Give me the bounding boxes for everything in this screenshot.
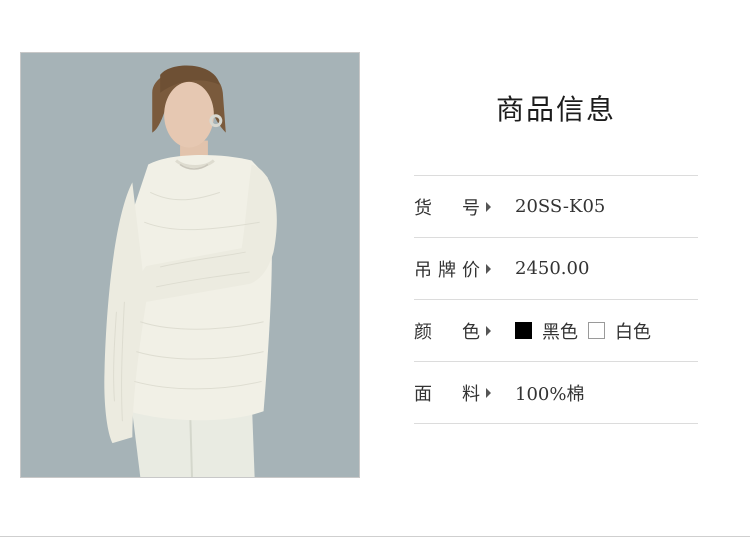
spec-label: 货 号 (414, 197, 480, 219)
caret-right-icon (486, 387, 491, 398)
color-options: 黑色 白色 (515, 318, 651, 344)
product-info-page: 商品信息 货 号 20SS-K05 吊牌价 2450.00 颜 色 黑色 白色 … (0, 0, 750, 548)
spec-label: 吊牌价 (414, 259, 480, 281)
spec-row-fabric: 面 料 100%棉 (414, 361, 698, 424)
white-swatch-icon (588, 322, 605, 339)
caret-right-icon (486, 325, 491, 336)
spec-value: 2450.00 (515, 258, 590, 279)
spec-table: 货 号 20SS-K05 吊牌价 2450.00 颜 色 黑色 白色 面 料 1… (414, 175, 698, 424)
spec-row-item-number: 货 号 20SS-K05 (414, 175, 698, 237)
caret-right-icon (486, 263, 491, 274)
black-swatch-icon (515, 322, 532, 339)
product-photo (20, 52, 360, 478)
model-photo-illustration (21, 53, 359, 477)
section-title: 商品信息 (495, 93, 616, 126)
spec-label: 颜 色 (414, 321, 480, 343)
spec-value: 100%棉 (515, 383, 585, 405)
caret-right-icon (486, 201, 491, 212)
color-name-black: 黑色 (542, 321, 578, 343)
spec-row-tag-price: 吊牌价 2450.00 (414, 237, 698, 299)
spec-row-color: 颜 色 黑色 白色 (414, 299, 698, 361)
bottom-divider (0, 536, 750, 537)
color-name-white: 白色 (615, 321, 651, 343)
spec-value: 20SS-K05 (515, 196, 606, 217)
spec-label: 面 料 (414, 383, 480, 405)
